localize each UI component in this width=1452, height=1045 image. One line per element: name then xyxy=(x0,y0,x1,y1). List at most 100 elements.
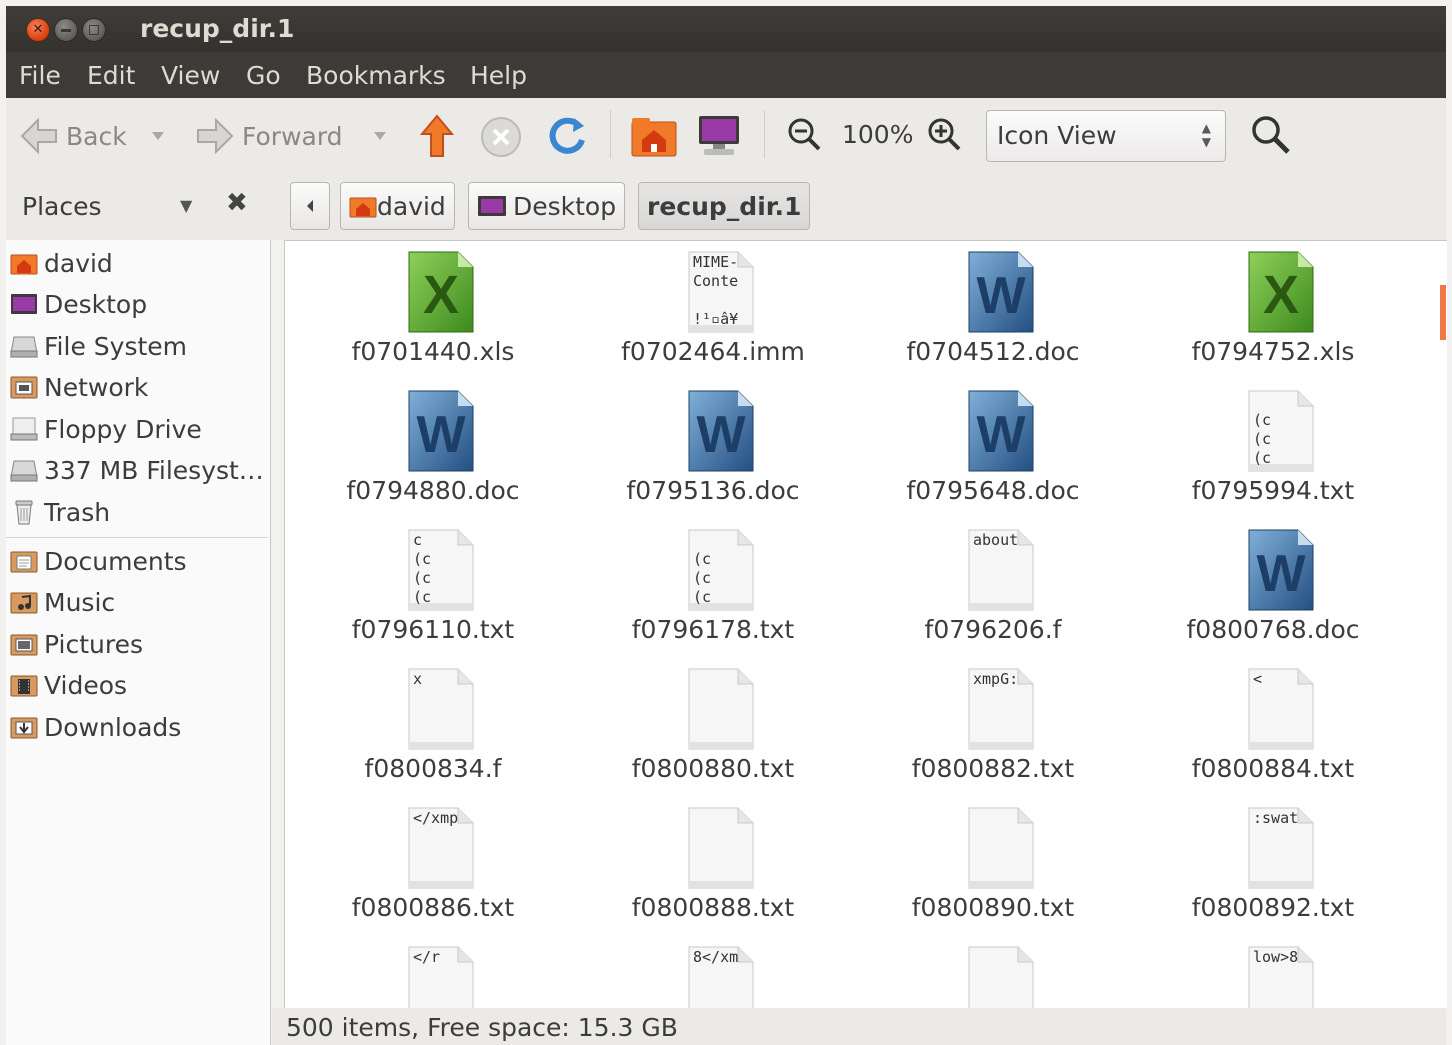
scrollbar-thumb[interactable] xyxy=(1440,285,1446,340)
menu-help[interactable]: Help xyxy=(470,61,527,90)
file-preview-line: < xyxy=(1253,670,1262,688)
text-file-icon: low>8 xyxy=(1248,946,1314,1009)
file-item[interactable]: f0800888.txt xyxy=(573,797,853,936)
search-button[interactable] xyxy=(1250,114,1292,156)
file-name: f0796206.f xyxy=(924,615,1062,644)
menu-file[interactable]: File xyxy=(19,61,61,90)
file-item[interactable]: f0800890.txt xyxy=(853,797,1133,936)
file-item[interactable]: MIME- Conte !¹▫â¥ f0702464.imm xyxy=(573,241,853,380)
file-item[interactable]: Xf0794752.xls xyxy=(1133,241,1413,380)
file-preview-line: low>8 xyxy=(1253,948,1298,966)
file-preview-line: (c xyxy=(1253,449,1271,467)
file-item[interactable]: x f0800834.f xyxy=(293,658,573,797)
path-bar: david Desktop recup_dir.1 xyxy=(272,172,1446,240)
crumb-recup-dir[interactable]: recup_dir.1 xyxy=(638,182,811,230)
file-item[interactable]: (c (c (c f0796178.txt xyxy=(573,519,853,658)
file-item[interactable]: < f0800884.txt xyxy=(1133,658,1413,797)
forward-button[interactable]: Forward xyxy=(194,116,343,156)
home-folder-icon xyxy=(10,250,38,276)
file-preview-line: (c xyxy=(413,588,431,606)
home-button[interactable] xyxy=(630,114,678,158)
stop-button[interactable] xyxy=(480,116,522,158)
file-item[interactable]: (c (c (c f0795994.txt xyxy=(1133,380,1413,519)
computer-button[interactable] xyxy=(696,114,742,158)
file-item[interactable] xyxy=(853,936,1133,1009)
text-file-icon: (c(c(c xyxy=(1248,390,1314,472)
minimize-window-button[interactable] xyxy=(54,18,78,42)
harddrive-icon xyxy=(10,333,38,359)
close-window-button[interactable] xyxy=(26,18,50,42)
sidebar-item-videos[interactable]: Videos xyxy=(10,667,127,703)
menu-bookmarks[interactable]: Bookmarks xyxy=(306,61,446,90)
svg-text:X: X xyxy=(423,265,459,325)
places-dropdown-icon[interactable]: ▼ xyxy=(180,196,192,215)
path-scroll-left-button[interactable] xyxy=(290,182,330,230)
file-item[interactable]: 8</xm xyxy=(573,936,853,1009)
file-name: f0800892.txt xyxy=(1191,893,1355,922)
file-item[interactable]: about f0796206.f xyxy=(853,519,1133,658)
file-item[interactable]: low>8 xyxy=(1133,936,1413,1009)
zoom-out-button[interactable] xyxy=(786,116,822,154)
file-preview-line: 8</xm xyxy=(693,948,738,966)
view-mode-value: Icon View xyxy=(997,121,1117,150)
file-name: f0701440.xls xyxy=(351,337,515,366)
desktop-folder-icon xyxy=(478,196,506,216)
trash-icon xyxy=(10,499,38,525)
sidebar-item-337mb-filesystem[interactable]: 337 MB Filesyst… xyxy=(10,452,264,488)
crumb-desktop[interactable]: Desktop xyxy=(468,182,626,230)
file-name: f0800834.f xyxy=(364,754,502,783)
file-item[interactable]: :swat f0800892.txt xyxy=(1133,797,1413,936)
file-item[interactable]: Wf0795136.doc xyxy=(573,380,853,519)
file-item[interactable]: Wf0800768.doc xyxy=(1133,519,1413,658)
zoom-in-button[interactable] xyxy=(926,116,962,154)
sidebar-item-floppy[interactable]: Floppy Drive xyxy=(10,411,202,447)
text-file-icon: </xmp xyxy=(408,807,474,889)
sidebar-item-music[interactable]: Music xyxy=(10,584,115,620)
reload-button[interactable] xyxy=(546,114,588,158)
sidebar-item-trash[interactable]: Trash xyxy=(10,494,110,530)
file-item[interactable]: Wf0704512.doc xyxy=(853,241,1133,380)
places-header: Places ▼ ✖ xyxy=(6,172,272,240)
up-button[interactable] xyxy=(418,114,456,158)
sidebar-item-pictures[interactable]: Pictures xyxy=(10,626,143,662)
maximize-window-button[interactable] xyxy=(82,18,106,42)
file-name: f0796178.txt xyxy=(631,615,795,644)
sidebar-item-downloads[interactable]: Downloads xyxy=(10,709,181,745)
file-preview-line: (c xyxy=(1253,411,1271,429)
file-item[interactable]: xmpG: f0800882.txt xyxy=(853,658,1133,797)
back-history-dropdown[interactable] xyxy=(150,126,166,146)
file-item[interactable]: </r xyxy=(293,936,573,1009)
text-file-icon: 8</xm xyxy=(688,946,754,1009)
network-icon xyxy=(10,374,38,400)
sidebar-item-documents[interactable]: Documents xyxy=(10,543,187,579)
back-button[interactable]: Back xyxy=(18,116,127,156)
spreadsheet-file-icon: X xyxy=(1248,251,1314,333)
menu-go[interactable]: Go xyxy=(246,61,281,90)
view-mode-select[interactable]: Icon View ▲ ▼ xyxy=(986,110,1226,162)
file-item[interactable]: c (c (c (c f0796110.txt xyxy=(293,519,573,658)
floppy-icon xyxy=(10,416,38,442)
file-item[interactable]: </xmp f0800886.txt xyxy=(293,797,573,936)
text-file-icon xyxy=(968,807,1034,889)
file-item[interactable]: f0800880.txt xyxy=(573,658,853,797)
text-file-icon: MIME-Conte !¹▫â¥ xyxy=(688,251,754,333)
file-preview-line: c xyxy=(413,531,422,549)
file-item[interactable]: Xf0701440.xls xyxy=(293,241,573,380)
sidebar-item-david[interactable]: david xyxy=(10,245,113,281)
sidebar-item-network[interactable]: Network xyxy=(10,369,148,405)
file-item[interactable]: Wf0794880.doc xyxy=(293,380,573,519)
file-item[interactable]: Wf0795648.doc xyxy=(853,380,1133,519)
close-sidebar-icon[interactable]: ✖ xyxy=(226,188,248,218)
file-name: f0800886.txt xyxy=(351,893,515,922)
documents-folder-icon xyxy=(10,548,38,574)
sidebar-item-file-system[interactable]: File System xyxy=(10,328,187,364)
word-document-icon: W xyxy=(968,390,1034,472)
forward-history-dropdown[interactable] xyxy=(372,126,388,146)
menu-edit[interactable]: Edit xyxy=(87,61,135,90)
sidebar-item-desktop[interactable]: Desktop xyxy=(10,286,147,322)
text-file-icon: < xyxy=(1248,668,1314,750)
crumb-david[interactable]: david xyxy=(340,182,455,230)
menu-view[interactable]: View xyxy=(161,61,220,90)
status-bar: 500 items, Free space: 15.3 GB xyxy=(272,1008,1446,1045)
file-name: f0800884.txt xyxy=(1191,754,1355,783)
